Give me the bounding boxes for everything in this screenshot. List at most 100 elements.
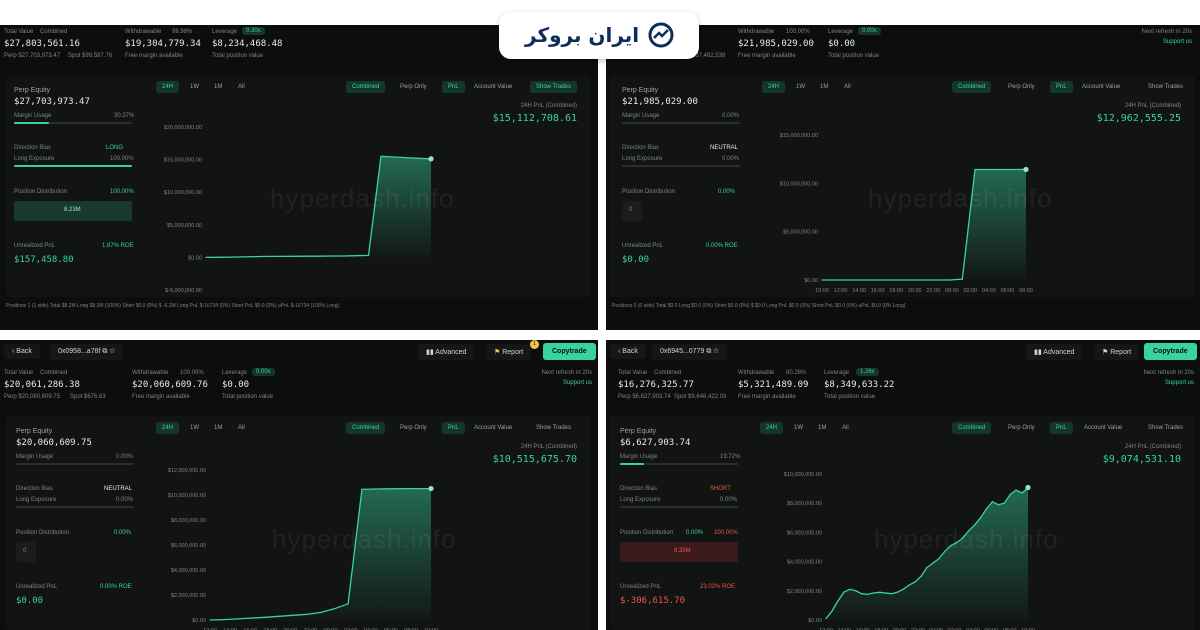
leverage-badge: 1.26x	[856, 368, 879, 376]
x-tick-label: 20:00	[908, 288, 922, 294]
advanced-button[interactable]: ▮▮ Advanced	[418, 344, 475, 360]
pnl-point	[932, 562, 934, 564]
brand-logo-icon	[648, 22, 674, 48]
y-tick-label: $10,000,000.00	[780, 181, 818, 187]
pnl-point	[417, 157, 420, 159]
pnl-panel: Perp Equity $6,627,903.74 Margin Usage 1…	[610, 416, 1195, 630]
pnl-point	[914, 581, 916, 583]
positions-summary: Positions 0 (0 side) Total $0.0 Long $0.…	[612, 303, 906, 309]
y-tick-label: $15,000,000.00	[780, 133, 818, 139]
total-value-label: Total Value	[618, 370, 648, 376]
y-tick-label: $-5,000,000.00	[165, 288, 202, 294]
leverage-label: Leverage	[212, 29, 238, 35]
pnl-point	[1003, 502, 1005, 504]
total-value-label: Total Value	[4, 29, 34, 35]
withdrawable-note: Free margin available	[125, 53, 183, 59]
x-tick-label: 08:00	[1019, 288, 1033, 294]
withdrawable-note: Free margin available	[132, 394, 190, 400]
advanced-label: Advanced	[1043, 349, 1075, 356]
y-tick-label: $0.00	[804, 278, 818, 284]
x-tick-label: 12:00	[834, 288, 848, 294]
pnl-point	[264, 616, 266, 618]
refresh-countdown: Next refresh in 20s	[1143, 370, 1194, 376]
copytrade-button[interactable]: Copytrade	[543, 343, 596, 360]
watermark: hyperdash.info	[272, 524, 457, 554]
pnl-point	[859, 279, 861, 281]
support-link[interactable]: Support us	[1163, 39, 1192, 45]
y-tick-label: $5,000,000.00	[783, 230, 818, 236]
address-chip[interactable]: 0x6945...0779 ⧉ ☆	[652, 344, 727, 360]
pnl-point	[209, 619, 211, 621]
pnl-point	[237, 618, 239, 620]
y-tick-label: $0.00	[808, 618, 822, 624]
brand-logo-card: ایران بروکر	[499, 12, 699, 59]
pnl-point	[938, 558, 940, 560]
pnl-point	[897, 279, 900, 281]
report-button[interactable]: ⚑ Report	[486, 344, 532, 360]
pnl-point	[866, 593, 869, 596]
pnl-point	[361, 488, 363, 490]
dashboard-panel-bottom-left: ‹ Back 0x0958...a78f ⧉ ☆ ▮▮ Advanced ⚑ R…	[0, 340, 598, 630]
pnl-point	[831, 610, 833, 612]
pnl-point	[855, 590, 857, 592]
x-tick-label: 14:00	[852, 288, 866, 294]
y-tick-label: $6,000,000.00	[171, 543, 206, 549]
total-value-tag: Combined	[40, 370, 68, 376]
pnl-point	[923, 279, 925, 281]
leverage-note: Total position value	[212, 53, 264, 59]
pnl-point	[333, 608, 335, 610]
leverage-badge: 0.00x	[858, 27, 881, 35]
support-link[interactable]: Support us	[563, 380, 592, 386]
withdrawable-label: Withdrawable	[125, 29, 162, 35]
address-chip[interactable]: 0x0958...a78f ⧉ ☆	[50, 344, 124, 360]
y-tick-label: $15,000,000.00	[164, 158, 202, 164]
brand-logo-text: ایران بروکر	[525, 23, 640, 47]
pnl-point	[278, 615, 280, 617]
pnl-point	[910, 279, 912, 281]
pnl-point	[936, 279, 938, 281]
dashboard-panel-bottom-right: ‹ Back 0x6945...0779 ⧉ ☆ ▮▮ Advanced ⚑ R…	[606, 340, 1200, 630]
report-button[interactable]: ⚑ Report	[1094, 344, 1140, 360]
spot-sub-value: Spot $99,587.76	[68, 53, 113, 59]
withdrawable-pct: 100.00%	[786, 29, 810, 35]
advanced-label: Advanced	[435, 349, 467, 356]
back-label: Back	[622, 348, 638, 355]
report-label: Report	[1110, 349, 1132, 356]
pnl-point	[317, 255, 320, 257]
x-tick-label: 06:00	[1001, 288, 1015, 294]
advanced-button[interactable]: ▮▮ Advanced	[1026, 344, 1083, 360]
x-tick-label: 02:00	[963, 288, 977, 294]
pnl-point	[280, 255, 282, 257]
y-tick-label: $10,000,000.00	[784, 472, 822, 478]
spot-sub-value: Spot $9,648,422.03	[674, 394, 727, 400]
withdrawable-value: $20,060,609.76	[132, 380, 208, 390]
pnl-point	[1023, 166, 1029, 173]
pnl-point	[999, 168, 1002, 171]
support-link[interactable]: Support us	[1165, 380, 1194, 386]
pnl-point	[428, 156, 434, 162]
spot-sub-value: Spot $676.63	[70, 394, 106, 400]
withdrawable-value: $19,304,779.34	[125, 39, 201, 49]
leverage-note: Total position value	[824, 394, 876, 400]
pnl-point	[872, 279, 874, 281]
y-tick-label: $0.00	[192, 618, 206, 624]
total-value: $27,803,561.16	[4, 39, 80, 49]
refresh-countdown: Next refresh in 20s	[541, 370, 592, 376]
x-tick-label: 18:00	[889, 288, 903, 294]
pnl-point	[1025, 484, 1031, 491]
pnl-point	[884, 592, 887, 594]
pnl-point	[846, 279, 849, 281]
pnl-chart: $12,000,000.00 $10,000,000.00 $8,000,000.0…	[168, 468, 438, 630]
withdrawable-label: Withdrawable	[132, 370, 169, 376]
pnl-point	[979, 517, 982, 519]
y-tick-label: $8,000,000.00	[787, 501, 822, 507]
y-tick-label: $2,000,000.00	[171, 593, 206, 599]
back-button[interactable]: ‹ Back	[610, 344, 646, 359]
x-tick-label: 22:00	[926, 288, 940, 294]
leverage-value: $8,349,633.22	[824, 380, 895, 390]
copytrade-button[interactable]: Copytrade	[1144, 343, 1197, 360]
x-tick-label: 04:00	[982, 288, 996, 294]
withdrawable-value: $5,321,489.09	[738, 380, 809, 390]
pnl-point	[292, 255, 295, 257]
back-button[interactable]: ‹ Back	[4, 344, 40, 359]
